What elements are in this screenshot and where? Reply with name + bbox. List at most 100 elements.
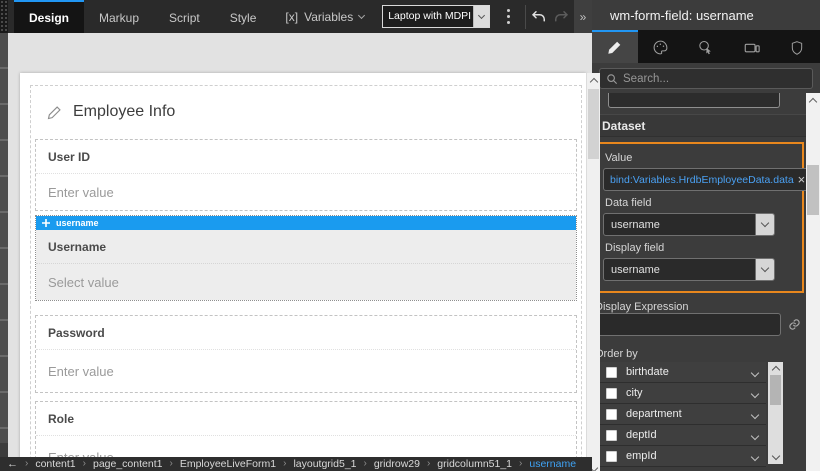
field-placeholder: Enter value <box>48 363 114 379</box>
chevron-down-icon[interactable] <box>750 426 760 444</box>
breadcrumb-item-content1[interactable]: content1 <box>35 457 75 471</box>
variables-label: Variables <box>304 9 354 24</box>
panel-scrollbar[interactable] <box>806 93 820 471</box>
tab-security[interactable] <box>774 30 820 63</box>
tab-properties[interactable] <box>592 30 638 63</box>
chevron-down-icon <box>760 218 770 228</box>
pointer-search-icon <box>699 40 712 55</box>
tab-design-label: Design <box>29 10 70 25</box>
order-by-scrollbar[interactable] <box>768 362 783 464</box>
order-by-row-empid[interactable]: empId <box>598 446 766 466</box>
breadcrumb-item-username[interactable]: username <box>529 457 576 471</box>
device-preview-select[interactable]: Laptop with MDPI Screen <box>382 5 491 28</box>
form-title-widget[interactable]: Employee Info <box>31 86 581 135</box>
scrollbar-thumb[interactable] <box>588 89 599 159</box>
page-preview: Employee Info User ID Enter value userna… <box>20 73 586 471</box>
userid-input[interactable]: Enter value <box>36 174 576 210</box>
order-by-row-deptid[interactable]: deptId <box>598 425 766 445</box>
pencil-icon <box>608 41 621 54</box>
scroll-down-arrow[interactable] <box>768 451 783 464</box>
tab-style-label: Style <box>229 10 257 25</box>
collapse-panel-button[interactable]: » <box>574 0 592 33</box>
selected-widget-title: wm-form-field: username <box>592 0 820 30</box>
value-input[interactable]: bind:Variables.HrdbEmployeeData.data × <box>603 168 806 191</box>
clear-value-icon[interactable]: × <box>798 173 806 186</box>
scroll-up-arrow[interactable] <box>806 93 820 107</box>
display-field-select[interactable]: username <box>603 258 775 281</box>
checkbox[interactable] <box>606 387 617 399</box>
form-field-userid[interactable]: User ID Enter value <box>35 139 577 211</box>
chevron-down-icon <box>478 11 486 19</box>
field-label: User ID <box>48 149 91 164</box>
breadcrumb-item-layoutgrid5-1[interactable]: layoutgrid5_1 <box>293 457 356 471</box>
properties-panel: wm-form-field: username Search... Datase… <box>592 0 820 471</box>
panel-scroll-area: Dataset Value bind:Variables.HrdbEmploye… <box>592 93 806 471</box>
data-field-select[interactable]: username <box>603 213 775 236</box>
checkbox[interactable] <box>606 450 617 462</box>
tab-script[interactable]: Script <box>154 0 215 33</box>
data-field-select-chevron[interactable] <box>755 214 774 235</box>
selected-widget-tag: username <box>56 218 99 228</box>
link-icon <box>788 319 800 330</box>
tab-markup-label: Markup <box>99 10 140 25</box>
order-by-row-department[interactable]: department <box>598 404 766 424</box>
tab-styles[interactable] <box>638 30 684 63</box>
wavemaker-studio: Design Markup Script Style [x] Variables… <box>0 0 820 471</box>
breadcrumb-item-gridrow29[interactable]: gridrow29 <box>374 457 420 471</box>
selected-widget-title-text: wm-form-field: username <box>610 7 754 23</box>
property-search[interactable] <box>599 68 813 89</box>
chevron-down-icon <box>760 263 770 273</box>
selected-widget-handle[interactable]: username <box>36 216 576 230</box>
display-expression-input[interactable] <box>597 313 781 336</box>
selected-widget-outline: username Username Select value <box>35 215 577 301</box>
order-by-item-label: city <box>626 387 643 399</box>
back-arrow-icon[interactable]: ← <box>7 457 18 471</box>
order-by-list: birthdate city department deptId empId <box>598 362 783 467</box>
canvas-vertical-scrollbar[interactable] <box>586 73 600 471</box>
field-label: Username <box>48 239 107 254</box>
left-dock-edge[interactable] <box>0 0 8 33</box>
order-by-item-label: deptId <box>626 429 657 441</box>
page-content-container[interactable]: Employee Info User ID Enter value userna… <box>30 85 582 471</box>
widget-breadcrumb-bar: ← content1 page_content1 EmployeeLiveFor… <box>0 457 592 471</box>
chevron-down-icon <box>358 11 366 19</box>
chevron-down-icon[interactable] <box>750 405 760 423</box>
scroll-up-arrow[interactable] <box>768 362 783 375</box>
scrollbar-thumb[interactable] <box>770 375 781 405</box>
display-field-select-chevron[interactable] <box>755 259 774 280</box>
tab-style[interactable]: Style <box>215 0 272 33</box>
chevron-down-icon[interactable] <box>750 384 760 402</box>
checkbox[interactable] <box>606 408 617 420</box>
form-field-username[interactable]: Username Select value <box>36 230 576 300</box>
checkbox[interactable] <box>606 429 617 441</box>
variables-menu[interactable]: [x] Variables <box>285 9 366 24</box>
chevron-down-icon[interactable] <box>750 363 760 381</box>
form-field-password[interactable]: Password Enter value <box>35 315 577 393</box>
search-input[interactable] <box>623 72 806 85</box>
breadcrumb-item-gridcolumn51-1[interactable]: gridcolumn51_1 <box>437 457 512 471</box>
more-options-button[interactable] <box>502 5 515 29</box>
chevron-down-icon[interactable] <box>750 447 760 465</box>
tab-markup[interactable]: Markup <box>84 0 154 33</box>
username-select[interactable]: Select value <box>36 264 576 300</box>
tab-events[interactable] <box>683 30 729 63</box>
chevron-right-icon <box>364 457 367 471</box>
scroll-up-arrow[interactable] <box>587 73 600 87</box>
bind-display-expression-button[interactable] <box>786 318 802 331</box>
order-by-row-birthdate[interactable]: birthdate <box>598 362 766 382</box>
clipped-property-input[interactable] <box>608 93 780 108</box>
checkbox[interactable] <box>606 366 617 378</box>
scrollbar-thumb[interactable] <box>807 165 819 215</box>
breadcrumb-item-page-content1[interactable]: page_content1 <box>93 457 162 471</box>
redo-button[interactable] <box>552 4 570 30</box>
display-field-label: Display field <box>605 242 665 254</box>
display-field-value: username <box>611 263 660 276</box>
tab-devices[interactable] <box>729 30 775 63</box>
variables-prefix-icon: [x] <box>285 9 299 24</box>
breadcrumb-item-employeeliveform1[interactable]: EmployeeLiveForm1 <box>180 457 276 471</box>
tab-design[interactable]: Design <box>14 0 85 33</box>
undo-button[interactable] <box>530 4 548 30</box>
device-select-chevron[interactable] <box>473 6 490 27</box>
order-by-row-city[interactable]: city <box>598 383 766 403</box>
password-input[interactable]: Enter value <box>36 350 576 392</box>
